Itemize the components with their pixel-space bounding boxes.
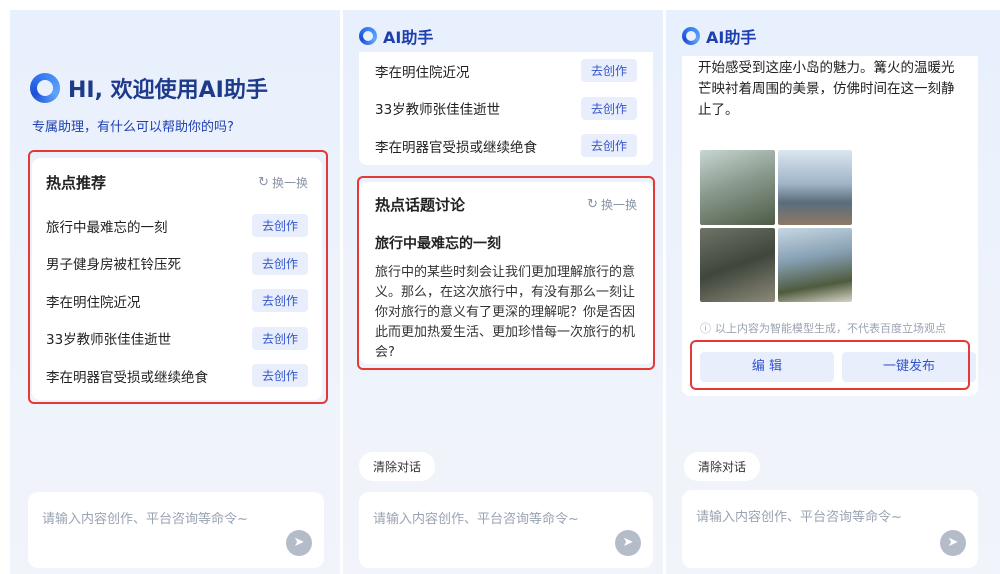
greeting-title: HI, 欢迎使用AI助手 [68, 78, 268, 103]
disclaimer: ⓘ 以上内容为智能模型生成，不代表百度立场观点 [700, 320, 946, 336]
input-placeholder: 请输入内容创作、平台咨询等命令~ [696, 510, 902, 525]
info-icon: ⓘ [700, 322, 711, 335]
clear-chat-button[interactable]: 清除对话 [359, 452, 436, 481]
refresh-label: 换一换 [600, 198, 637, 212]
screen-article: AI助手 开始感受到这座小岛的魅力。篝火的温暖光芒映衬着周围的美景，仿佛时间在这… [666, 10, 1000, 574]
publish-button[interactable]: 一键发布 [842, 352, 976, 382]
send-icon: ➤ [947, 535, 959, 550]
logo-icon [30, 73, 60, 103]
edit-button[interactable]: 编 辑 [700, 352, 834, 382]
screen-topic: AI助手 李在明住院近况 去创作 33岁教师张佳佳逝世 去创作 李在明器官受损或… [343, 10, 663, 574]
refresh-button[interactable]: ↻ 换一换 [587, 196, 637, 213]
photo[interactable] [777, 150, 852, 225]
app-header: AI助手 [682, 24, 756, 48]
command-input[interactable]: 请输入内容创作、平台咨询等命令~ ➤ [359, 492, 653, 568]
topic-heading: 旅行中最难忘的一刻 [375, 236, 501, 252]
topic-text: 33岁教师张佳佳逝世 [375, 102, 501, 119]
topic-text: 男子健身房被杠铃压死 [46, 257, 181, 274]
clear-chat-button[interactable]: 清除对话 [684, 452, 761, 481]
app-title: AI助手 [706, 28, 757, 47]
article-card: 开始感受到这座小岛的魅力。篝火的温暖光芒映衬着周围的美景，仿佛时间在这一刻静止了… [682, 56, 978, 396]
topic-discussion-title: 热点话题讨论 [375, 196, 466, 214]
create-button[interactable]: 去创作 [580, 134, 637, 158]
command-input[interactable]: 请输入内容创作、平台咨询等命令~ ➤ [682, 490, 978, 568]
create-button[interactable]: 去创作 [580, 59, 637, 83]
photo[interactable] [777, 227, 852, 302]
create-button[interactable]: 去创作 [251, 214, 308, 238]
topic-body: 旅行中的某些时刻会让我们更加理解旅行的意义。那么，在这次旅行中，有没有那么一刻让… [375, 265, 636, 360]
topic-text: 李在明器官受损或继续绝食 [375, 139, 537, 156]
list-item: 33岁教师张佳佳逝世 去创作 [46, 320, 308, 358]
photo[interactable] [700, 227, 775, 302]
topic-text: 李在明住院近况 [46, 294, 141, 311]
list-item: 李在明住院近况 去创作 [375, 52, 637, 90]
create-button[interactable]: 去创作 [251, 326, 308, 350]
hot-list-card: 李在明住院近况 去创作 33岁教师张佳佳逝世 去创作 李在明器官受损或继续绝食 … [359, 52, 653, 165]
topic-text: 李在明住院近况 [375, 64, 470, 81]
list-item: 李在明器官受损或继续绝食 去创作 [375, 127, 637, 165]
action-buttons: 编 辑 一键发布 [700, 352, 976, 382]
input-placeholder: 请输入内容创作、平台咨询等命令~ [373, 512, 579, 527]
greeting-row: HI, 欢迎使用AI助手 [30, 72, 268, 104]
photo[interactable] [700, 150, 775, 225]
topic-discussion-card: 热点话题讨论 ↻ 换一换 旅行中最难忘的一刻 旅行中的某些时刻会让我们更加理解旅… [359, 182, 653, 364]
list-item: 男子健身房被杠铃压死 去创作 [46, 245, 308, 283]
send-button[interactable]: ➤ [940, 530, 966, 556]
refresh-label: 换一换 [271, 176, 308, 190]
app-header: AI助手 [359, 24, 433, 48]
refresh-icon: ↻ [587, 197, 598, 212]
send-button[interactable]: ➤ [615, 530, 641, 556]
input-placeholder: 请输入内容创作、平台咨询等命令~ [42, 512, 248, 527]
send-button[interactable]: ➤ [286, 530, 312, 556]
create-button[interactable]: 去创作 [251, 251, 308, 275]
article-text: 开始感受到这座小岛的魅力。篝火的温暖光芒映衬着周围的美景，仿佛时间在这一刻静止了… [698, 60, 955, 118]
topic-text: 33岁教师张佳佳逝世 [46, 332, 172, 349]
hot-recommend-card: 热点推荐 ↻ 换一换 旅行中最难忘的一刻 去创作 男子健身房被杠铃压死 去创作 … [32, 158, 322, 400]
greeting-subtitle: 专属助理，有什么可以帮助你的吗? [32, 120, 234, 135]
refresh-icon: ↻ [258, 175, 269, 190]
create-button[interactable]: 去创作 [580, 96, 637, 120]
app-title: AI助手 [383, 28, 434, 47]
logo-icon [682, 27, 700, 45]
topic-text: 旅行中最难忘的一刻 [46, 219, 168, 236]
photo-grid [700, 150, 852, 302]
list-item: 33岁教师张佳佳逝世 去创作 [375, 90, 637, 128]
command-input[interactable]: 请输入内容创作、平台咨询等命令~ ➤ [28, 492, 324, 568]
list-item: 李在明器官受损或继续绝食 去创作 [46, 357, 308, 395]
logo-icon [359, 27, 377, 45]
hot-recommend-title: 热点推荐 [46, 174, 107, 192]
screen-home: HI, 欢迎使用AI助手 专属助理，有什么可以帮助你的吗? 热点推荐 ↻ 换一换… [10, 10, 340, 574]
create-button[interactable]: 去创作 [251, 289, 308, 313]
topic-text: 李在明器官受损或继续绝食 [46, 369, 208, 386]
send-icon: ➤ [293, 535, 305, 550]
refresh-button[interactable]: ↻ 换一换 [258, 174, 308, 191]
disclaimer-text: 以上内容为智能模型生成，不代表百度立场观点 [715, 322, 946, 335]
create-button[interactable]: 去创作 [251, 364, 308, 388]
list-item: 旅行中最难忘的一刻 去创作 [46, 207, 308, 245]
list-item: 李在明住院近况 去创作 [46, 282, 308, 320]
send-icon: ➤ [622, 535, 634, 550]
